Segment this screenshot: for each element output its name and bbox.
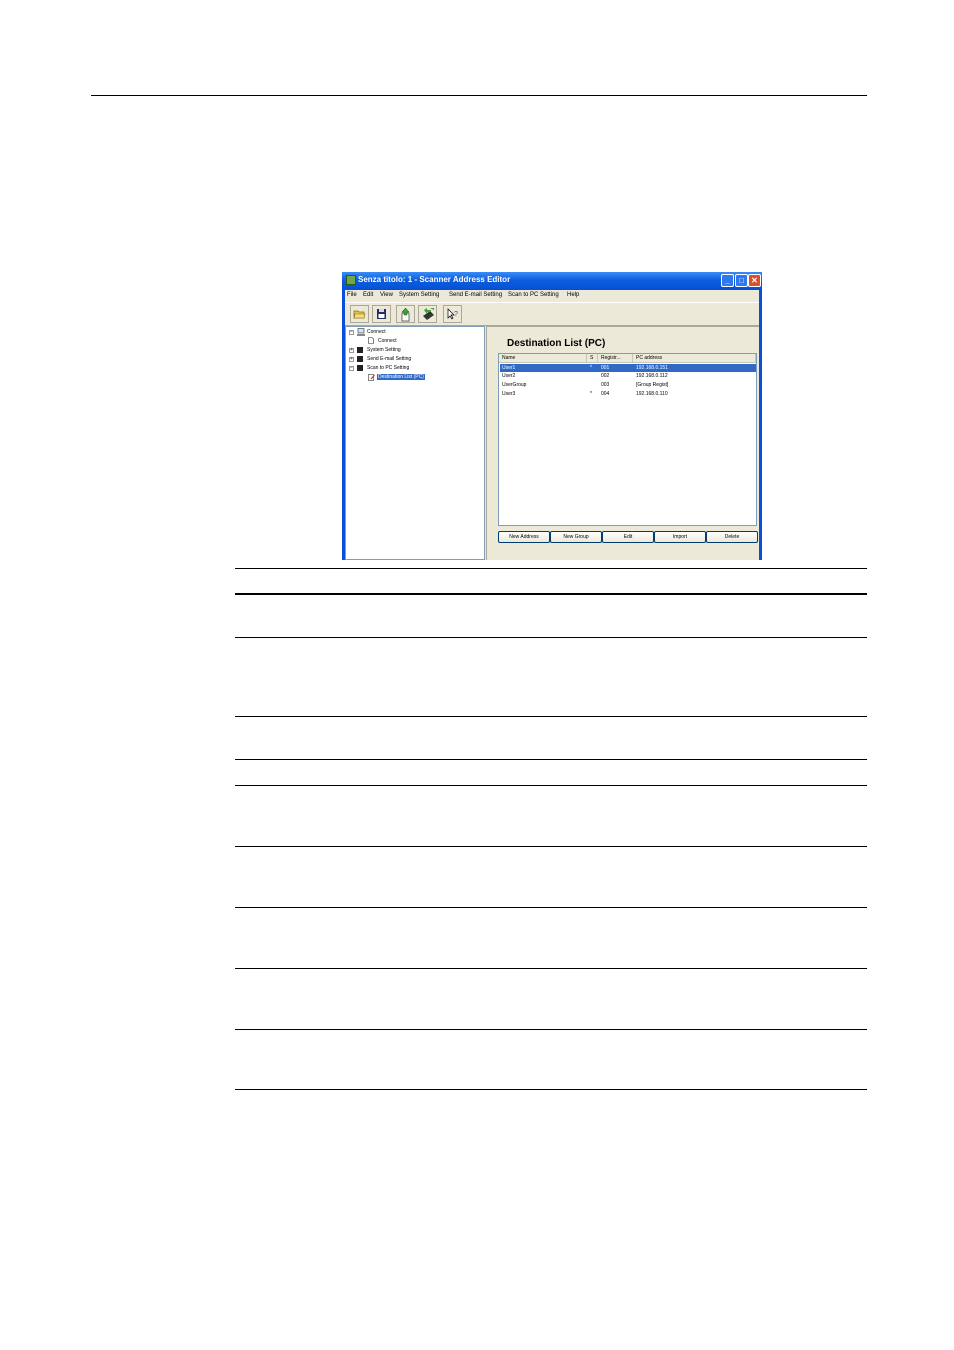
- save-disk-icon: [377, 309, 386, 319]
- destination-list[interactable]: Name S Registr... PC address User1 * 001…: [498, 353, 757, 526]
- tree-item-send-email-setting[interactable]: Send E-mail Setting: [367, 356, 411, 362]
- menu-send-email-setting[interactable]: Send E-mail Setting: [449, 292, 502, 298]
- table-row[interactable]: UserGroup 003 [Group Regist]: [500, 381, 756, 389]
- cell-registration: 001: [601, 365, 610, 371]
- device-icon: [357, 365, 363, 371]
- table-rule: [235, 785, 867, 786]
- tree-expand-toggle[interactable]: +: [349, 348, 354, 353]
- column-header-name[interactable]: Name: [499, 354, 587, 363]
- cell-pc-address: 192.168.0.110: [636, 391, 668, 397]
- menu-help[interactable]: Help: [567, 292, 579, 298]
- table-rule: [235, 716, 867, 717]
- menu-edit[interactable]: Edit: [363, 292, 373, 298]
- table-rule: [235, 759, 867, 760]
- menu-system-setting[interactable]: System Setting: [399, 292, 439, 298]
- cell-name: User1: [502, 365, 516, 371]
- device-icon: [357, 356, 363, 362]
- column-header-pc-address[interactable]: PC address: [633, 354, 756, 363]
- column-header-registration[interactable]: Registr...: [598, 354, 633, 363]
- tree-item-scan-to-pc-setting[interactable]: Scan to PC Setting: [367, 365, 409, 371]
- cell-s: *: [590, 391, 592, 397]
- table-rule: [235, 1089, 867, 1090]
- upload-button[interactable]: [396, 305, 415, 323]
- table-rule: [235, 846, 867, 847]
- cell-name: User3: [502, 391, 516, 397]
- tree-item-destination-list-pc[interactable]: Destination List (PC): [377, 374, 425, 380]
- menu-view[interactable]: View: [380, 292, 393, 298]
- tree-collapse-toggle[interactable]: −: [349, 366, 354, 371]
- menu-scan-to-pc-setting[interactable]: Scan to PC Setting: [508, 292, 559, 298]
- table-row[interactable]: User1 * 001 192.168.0.151: [500, 364, 756, 372]
- cell-registration: 002: [601, 373, 610, 379]
- tree-item-connect[interactable]: Connect: [367, 329, 386, 335]
- window-client: File Edit View System Setting Send E-mai…: [345, 290, 759, 560]
- menu-bar: File Edit View System Setting Send E-mai…: [345, 290, 759, 301]
- cell-name: UserGroup: [502, 382, 527, 388]
- send-device-button[interactable]: [418, 305, 437, 323]
- cell-name: User2: [502, 373, 516, 379]
- cell-registration: 003: [601, 382, 610, 388]
- column-header-s[interactable]: S: [587, 354, 598, 363]
- table-row[interactable]: User2 002 192.168.0.112: [500, 372, 756, 380]
- help-pointer-icon: ?: [447, 308, 458, 320]
- tree-item-system-setting[interactable]: System Setting: [367, 347, 401, 353]
- save-button[interactable]: [372, 305, 391, 323]
- page-header-rule: [91, 95, 867, 96]
- open-button[interactable]: [350, 305, 369, 323]
- table-rule: [235, 968, 867, 969]
- cell-pc-address: [Group Regist]: [636, 382, 669, 388]
- table-row[interactable]: User3 * 004 192.168.0.110: [500, 390, 756, 398]
- title-bar[interactable]: Senza titolo: 1 - Scanner Address Editor…: [342, 272, 762, 290]
- cell-registration: 004: [601, 391, 610, 397]
- table-rule: [235, 637, 867, 638]
- app-window: Senza titolo: 1 - Scanner Address Editor…: [342, 272, 762, 560]
- table-rule: [235, 568, 867, 569]
- new-group-button[interactable]: New Group: [550, 531, 602, 543]
- tree-item-connect-child[interactable]: Connect: [378, 338, 397, 344]
- table-rule: [235, 907, 867, 908]
- app-icon: [346, 275, 356, 285]
- window-title: Senza titolo: 1 - Scanner Address Editor: [358, 275, 511, 284]
- toolbar: ?: [345, 302, 759, 326]
- send-device-icon: [423, 308, 434, 320]
- import-button[interactable]: Import: [654, 531, 706, 543]
- upload-icon: [401, 308, 410, 322]
- help-button[interactable]: ?: [443, 305, 462, 323]
- tree-collapse-toggle[interactable]: −: [349, 330, 354, 335]
- edit-document-icon: [368, 374, 375, 381]
- destination-list-panel: Destination List (PC) Name S Registr... …: [486, 326, 759, 560]
- cell-pc-address: 192.168.0.151: [636, 365, 668, 371]
- navigation-tree: − Connect Connect + System Setting + Sen…: [345, 326, 485, 560]
- panel-title: Destination List (PC): [507, 338, 606, 349]
- svg-text:?: ?: [454, 311, 458, 318]
- document-icon: [368, 337, 374, 344]
- close-button[interactable]: ✕: [748, 274, 761, 287]
- open-folder-icon: [353, 310, 366, 319]
- minimize-button[interactable]: _: [721, 274, 734, 287]
- table-rule: [235, 1029, 867, 1030]
- menu-file[interactable]: File: [347, 292, 357, 298]
- tree-expand-toggle[interactable]: +: [349, 357, 354, 362]
- table-header-rule: [235, 593, 867, 595]
- cell-s: *: [590, 365, 592, 371]
- delete-button[interactable]: Delete: [706, 531, 758, 543]
- action-buttons: New Address New Group Edit Import Delete: [498, 531, 758, 543]
- computer-icon: [357, 328, 365, 336]
- new-address-button[interactable]: New Address: [498, 531, 550, 543]
- edit-button[interactable]: Edit: [602, 531, 654, 543]
- device-icon: [357, 347, 363, 353]
- maximize-button[interactable]: □: [735, 274, 748, 287]
- cell-pc-address: 192.168.0.112: [636, 373, 668, 379]
